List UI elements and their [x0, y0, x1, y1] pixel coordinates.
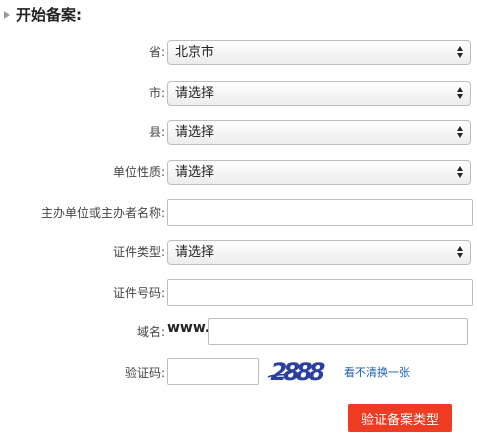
verify-filing-type-button[interactable]: 验证备案类型: [348, 404, 452, 432]
unit-type-select-value: 请选择: [175, 165, 215, 180]
refresh-captcha-link[interactable]: 看不清换一张: [344, 364, 410, 380]
captcha-text: 2888: [267, 357, 327, 386]
triangle-bullet-icon: [4, 10, 10, 19]
domain-input[interactable]: [208, 318, 468, 345]
page-title: 开始备案:: [16, 6, 82, 24]
domain-prefix: www.: [167, 320, 211, 336]
city-select[interactable]: 请选择: [167, 81, 471, 106]
id-type-select-value: 请选择: [175, 245, 215, 260]
unit-type-label: 单位性质:: [112, 165, 165, 179]
city-select-value: 请选择: [175, 86, 215, 101]
city-label: 市:: [148, 86, 165, 100]
sponsor-name-label: 主办单位或主办者名称:: [40, 206, 165, 220]
province-select[interactable]: 北京市: [167, 40, 471, 65]
select-arrows-icon: [457, 166, 464, 178]
select-arrows-icon: [457, 246, 464, 258]
domain-label: 域名:: [136, 325, 165, 339]
id-number-input[interactable]: [167, 279, 473, 306]
province-select-value: 北京市: [175, 45, 215, 60]
select-arrows-icon: [457, 126, 464, 138]
captcha-label: 验证码:: [124, 366, 165, 380]
id-number-label: 证件号码:: [112, 286, 165, 300]
unit-type-select[interactable]: 请选择: [167, 160, 471, 185]
county-label: 县:: [148, 125, 165, 139]
province-label: 省:: [148, 45, 165, 59]
captcha-input[interactable]: [167, 358, 259, 385]
select-arrows-icon: [457, 46, 464, 58]
county-select-value: 请选择: [175, 125, 215, 140]
section-header: 开始备案:: [4, 4, 82, 25]
id-type-select[interactable]: 请选择: [167, 240, 471, 265]
sponsor-name-input[interactable]: [167, 199, 473, 226]
county-select[interactable]: 请选择: [167, 120, 471, 145]
id-type-label: 证件类型:: [112, 245, 165, 259]
captcha-image[interactable]: 2888: [266, 355, 332, 387]
select-arrows-icon: [457, 87, 464, 99]
